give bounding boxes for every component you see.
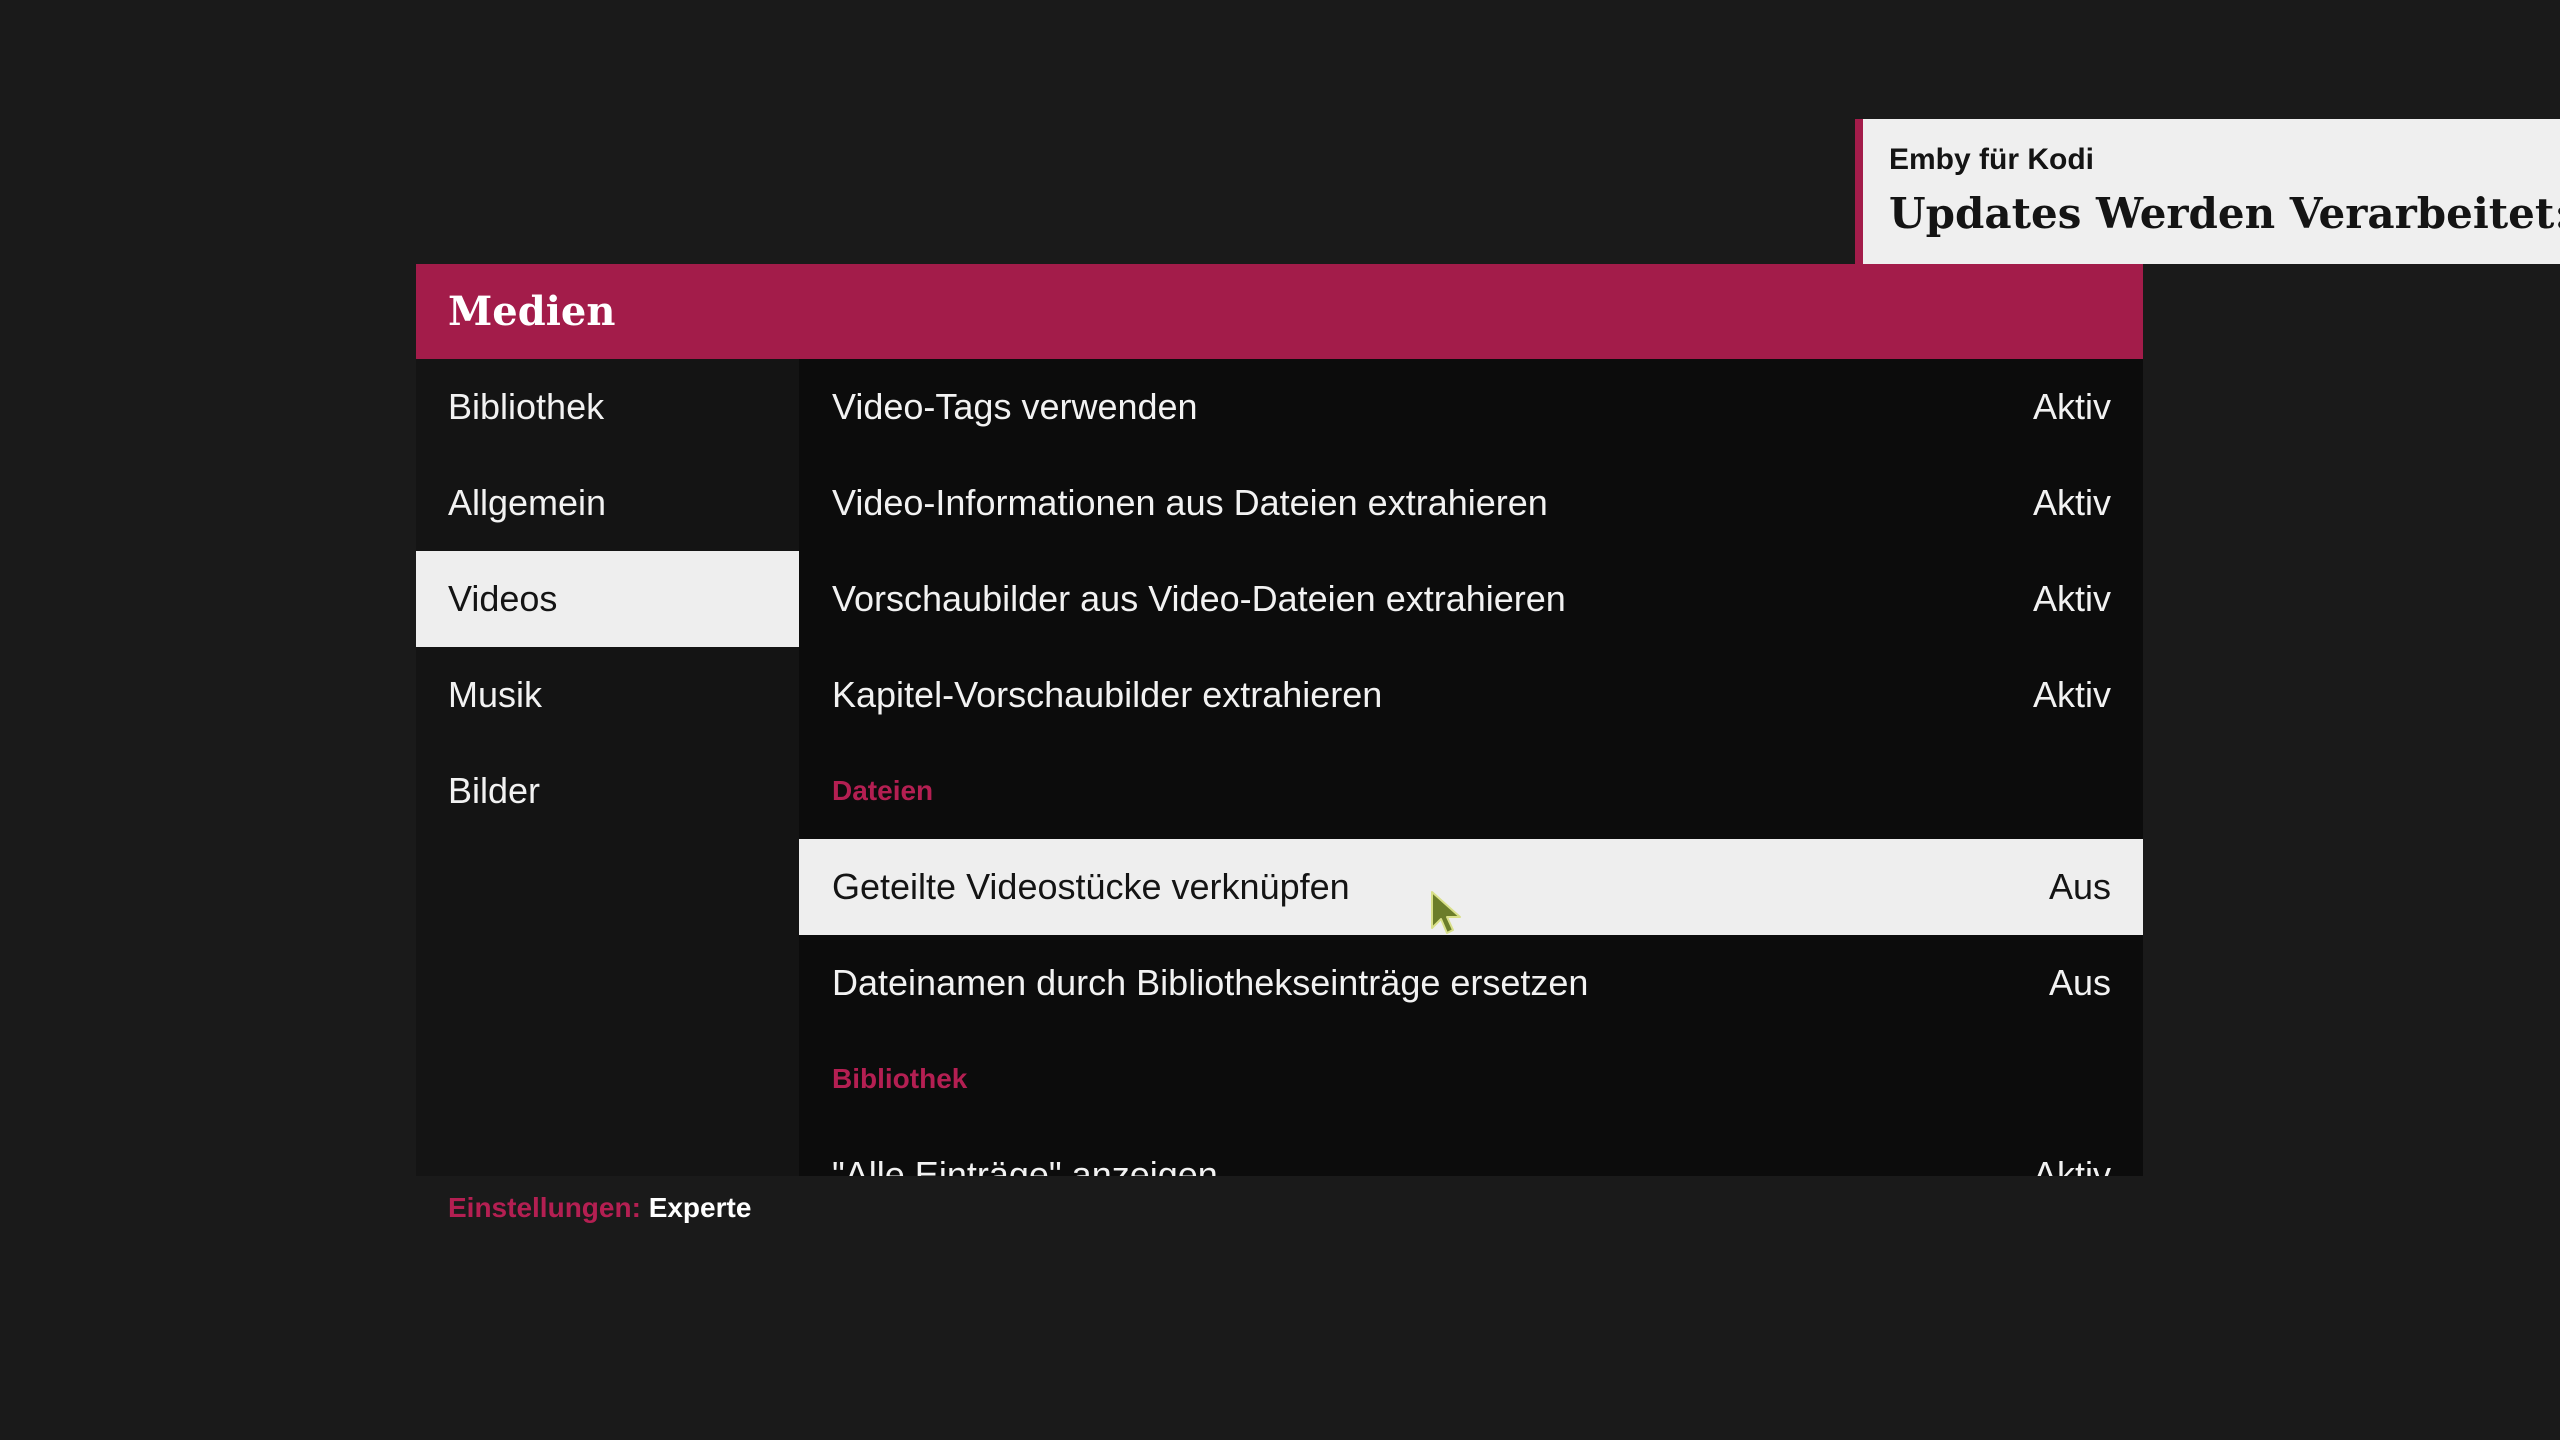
setting-value: Aktiv xyxy=(2032,386,2111,427)
settings-list: Video-Tags verwenden Aktiv Video-Informa… xyxy=(799,359,2143,1176)
dialog-header: Medien xyxy=(416,264,2143,359)
settings-level-toggle[interactable]: Einstellungen: Experte xyxy=(448,1192,751,1224)
section-header-bibliothek: Bibliothek xyxy=(832,1063,968,1094)
setting-row[interactable]: Video-Informationen aus Dateien extrahie… xyxy=(799,455,2143,551)
setting-name: "Alle Einträge" anzeigen xyxy=(832,1154,1218,1176)
setting-value: Aktiv xyxy=(2032,482,2111,523)
setting-value: Aktiv xyxy=(2032,1154,2111,1176)
notification-title: Emby für Kodi xyxy=(1889,143,2095,176)
category-videos[interactable]: Videos xyxy=(416,551,799,647)
setting-row[interactable]: Vorschaubilder aus Video-Dateien extrahi… xyxy=(799,551,2143,647)
setting-row[interactable]: Kapitel-Vorschaubilder extrahieren Aktiv xyxy=(799,647,2143,743)
notification-toast: Emby für Kodi Updates Werden Verarbeitet… xyxy=(1855,119,2560,264)
setting-row[interactable]: "Alle Einträge" anzeigen Aktiv xyxy=(799,1127,2143,1176)
settings-level-label: Einstellungen: xyxy=(448,1192,641,1223)
category-allgemein[interactable]: Allgemein xyxy=(416,455,799,551)
setting-value: Aus xyxy=(2048,866,2111,907)
setting-name: Video-Informationen aus Dateien extrahie… xyxy=(832,482,1548,523)
section-header-dateien: Dateien xyxy=(832,775,934,806)
setting-value: Aktiv xyxy=(2032,674,2111,715)
category-musik[interactable]: Musik xyxy=(416,647,799,743)
settings-dialog: Medien Bibliothek Allgemein Videos Musik… xyxy=(416,264,2143,1223)
setting-value: Aus xyxy=(2048,962,2111,1003)
settings-level-value: Experte xyxy=(648,1192,752,1223)
setting-name: Geteilte Videostücke verknüpfen xyxy=(832,866,1350,907)
setting-name: Kapitel-Vorschaubilder extrahieren xyxy=(832,674,1383,715)
setting-row[interactable]: Video-Tags verwenden Aktiv xyxy=(799,359,2143,455)
setting-name: Vorschaubilder aus Video-Dateien extrahi… xyxy=(832,578,1566,619)
dialog-title: Medien xyxy=(448,288,616,335)
category-bibliothek[interactable]: Bibliothek xyxy=(416,359,799,455)
setting-row[interactable]: Dateinamen durch Bibliothekseinträge ers… xyxy=(799,935,2143,1031)
mouse-pointer-icon xyxy=(1431,891,1461,934)
setting-row-focused[interactable]: Geteilte Videostücke verknüpfen Aus xyxy=(799,839,2143,935)
notification-message: Updates Werden Verarbeitet: A xyxy=(1889,189,2560,238)
setting-value: Aktiv xyxy=(2032,578,2111,619)
setting-name: Video-Tags verwenden xyxy=(832,386,1198,427)
setting-name: Dateinamen durch Bibliothekseinträge ers… xyxy=(832,962,1589,1003)
category-sidebar: Bibliothek Allgemein Videos Musik Bilder… xyxy=(416,359,799,1223)
category-bilder[interactable]: Bilder xyxy=(416,743,799,839)
